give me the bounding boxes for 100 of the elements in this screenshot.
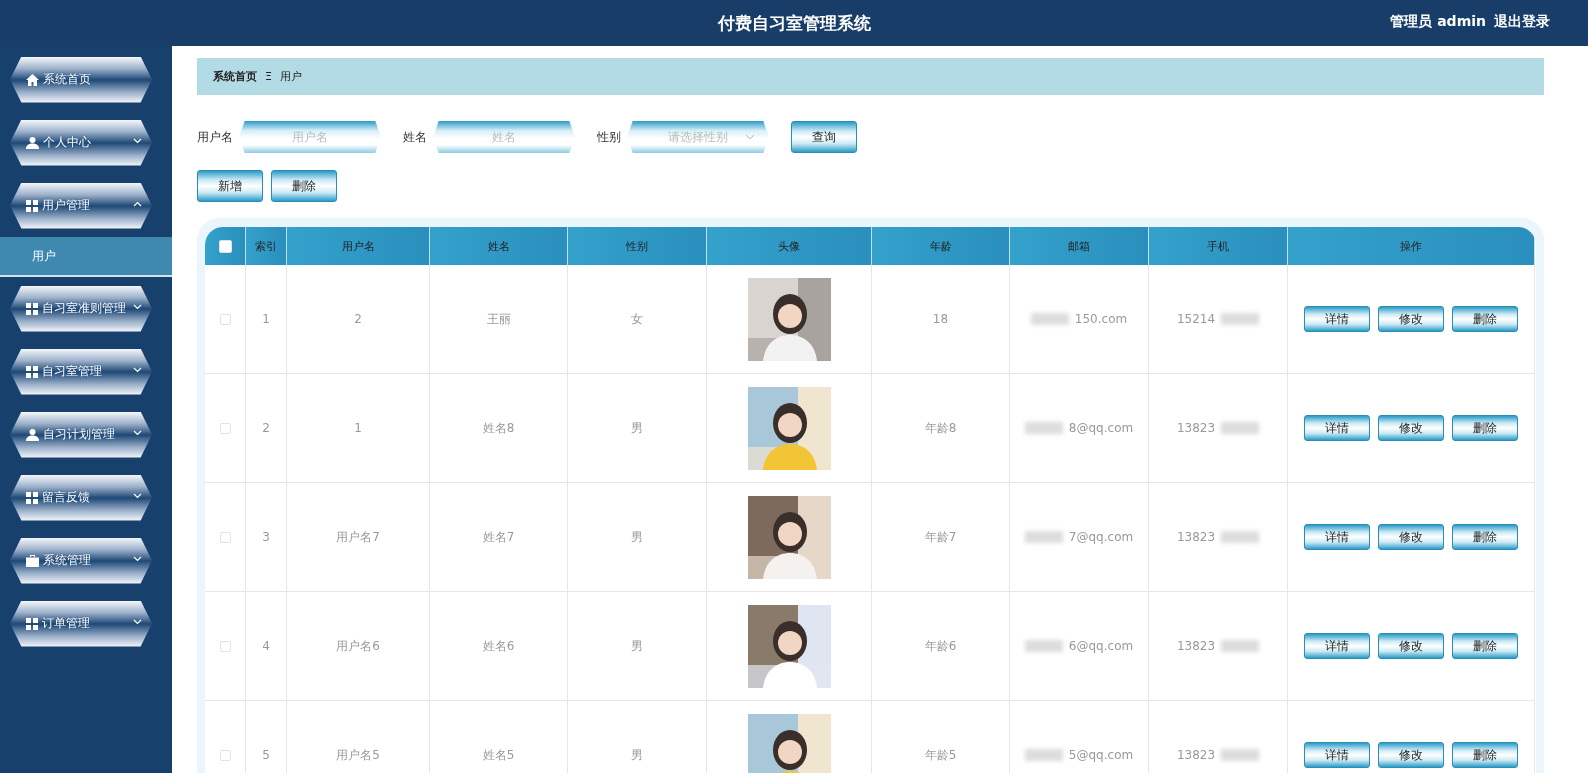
column-header: 手机 <box>1149 227 1288 265</box>
table-cell: 用户名6 <box>287 592 430 701</box>
table-cell: 2 <box>287 265 430 374</box>
row-checkbox[interactable] <box>219 749 231 761</box>
breadcrumb-separator: Ξ <box>265 70 272 83</box>
table-cell: 年龄8 <box>872 374 1010 483</box>
row-checkbox[interactable] <box>219 313 231 325</box>
sidebar-menu-item[interactable]: 订单管理 <box>10 600 152 647</box>
phone-text: 13823 <box>1176 748 1216 762</box>
table-cell: 姓名6 <box>430 592 568 701</box>
query-button[interactable]: 查询 <box>791 121 857 153</box>
redaction-blur <box>1221 749 1260 761</box>
edit-button[interactable]: 修改 <box>1378 524 1444 550</box>
table-cell: 姓名7 <box>430 483 568 592</box>
sidebar-menu-item[interactable]: 用户管理 <box>10 182 152 229</box>
redaction-blur <box>1024 749 1063 761</box>
table-cell: 男 <box>568 701 707 773</box>
search-field[interactable]: 姓名 <box>433 121 575 153</box>
search-field[interactable]: 用户名 <box>239 121 381 153</box>
column-header: 邮箱 <box>1010 227 1149 265</box>
add-button[interactable]: 新增 <box>197 170 263 202</box>
delete-button[interactable]: 删除 <box>1452 633 1518 659</box>
sidebar-menu-item[interactable]: 留言反馈 <box>10 474 152 521</box>
delete-button[interactable]: 删除 <box>1452 742 1518 768</box>
email-text: 6@qq.com <box>1068 639 1134 653</box>
caret-icon <box>745 134 755 140</box>
sidebar-menu-item[interactable]: 个人中心 <box>10 119 152 166</box>
table-cell: 年龄6 <box>872 592 1010 701</box>
delete-button[interactable]: 删除 <box>271 170 337 202</box>
sidebar-menu-item[interactable]: 系统管理 <box>10 537 152 584</box>
row-checkbox[interactable] <box>219 531 231 543</box>
table-cell: 1 <box>246 265 287 374</box>
table-cell: 1 <box>287 374 430 483</box>
redaction-blur <box>1221 422 1260 434</box>
admin-label: 管理员 admin <box>1390 13 1486 31</box>
table-cell: 年龄7 <box>872 483 1010 592</box>
sidebar-submenu-item[interactable]: 用户 <box>0 237 172 277</box>
user-icon <box>26 136 39 149</box>
email-text: 8@qq.com <box>1068 421 1134 435</box>
column-header: 性别 <box>568 227 707 265</box>
table-cell: 男 <box>568 483 707 592</box>
table-cell: 王丽 <box>430 265 568 374</box>
logout-link[interactable]: 退出登录 <box>1494 13 1550 31</box>
grid-icon <box>26 199 38 212</box>
grid-icon <box>26 365 38 378</box>
gender-select[interactable]: 请选择性别 <box>627 121 769 153</box>
redaction-blur <box>1221 313 1260 325</box>
table-cell: 姓名8 <box>430 374 568 483</box>
grid-icon <box>26 617 38 630</box>
row-checkbox[interactable] <box>219 422 231 434</box>
row-checkbox[interactable] <box>219 640 231 652</box>
table-cell: 2 <box>246 374 287 483</box>
redaction-blur <box>1221 531 1260 543</box>
grid-icon <box>26 302 38 315</box>
select-all-checkbox[interactable] <box>218 239 232 253</box>
detail-button[interactable]: 详情 <box>1304 306 1370 332</box>
redaction-blur <box>1030 313 1069 325</box>
detail-button[interactable]: 详情 <box>1304 524 1370 550</box>
delete-button[interactable]: 删除 <box>1452 524 1518 550</box>
briefcase-icon <box>26 554 39 567</box>
redaction-blur <box>1024 422 1063 434</box>
breadcrumb-link[interactable]: 系统首页 <box>213 69 257 84</box>
phone-text: 13823 <box>1176 421 1216 435</box>
field-label: 性别 <box>597 128 621 146</box>
sidebar-menu-item[interactable]: 自习计划管理 <box>10 411 152 458</box>
phone-text: 13823 <box>1176 639 1216 653</box>
email-text: 5@qq.com <box>1068 748 1134 762</box>
table-cell: 3 <box>246 483 287 592</box>
table-cell: 男 <box>568 592 707 701</box>
table-cell: 姓名5 <box>430 701 568 773</box>
edit-button[interactable]: 修改 <box>1378 415 1444 441</box>
sidebar-menu-item[interactable]: 自习室准则管理 <box>10 285 152 332</box>
breadcrumb-current: 用户 <box>279 69 302 84</box>
column-header: 头像 <box>707 227 872 265</box>
edit-button[interactable]: 修改 <box>1378 306 1444 332</box>
app-title: 付费自习室管理系统 <box>717 11 871 35</box>
column-header: 用户名 <box>287 227 430 265</box>
sidebar-menu-item[interactable]: 系统首页 <box>10 56 152 103</box>
table-cell: 用户名7 <box>287 483 430 592</box>
column-header: 操作 <box>1288 227 1535 265</box>
column-header: 索引 <box>246 227 287 265</box>
home-icon <box>26 73 39 86</box>
detail-button[interactable]: 详情 <box>1304 415 1370 441</box>
table-cell: 18 <box>872 265 1010 374</box>
table-cell: 4 <box>246 592 287 701</box>
edit-button[interactable]: 修改 <box>1378 633 1444 659</box>
column-header: 姓名 <box>430 227 568 265</box>
user-icon <box>26 428 39 441</box>
sidebar-menu-item[interactable]: 自习室管理 <box>10 348 152 395</box>
detail-button[interactable]: 详情 <box>1304 633 1370 659</box>
edit-button[interactable]: 修改 <box>1378 742 1444 768</box>
email-text: 150.com <box>1074 312 1128 326</box>
delete-button[interactable]: 删除 <box>1452 415 1518 441</box>
detail-button[interactable]: 详情 <box>1304 742 1370 768</box>
table-cell: 年龄5 <box>872 701 1010 773</box>
table-cell: 5 <box>246 701 287 773</box>
table-cell: 男 <box>568 374 707 483</box>
redaction-blur <box>1024 531 1063 543</box>
delete-button[interactable]: 删除 <box>1452 306 1518 332</box>
table-cell: 女 <box>568 265 707 374</box>
